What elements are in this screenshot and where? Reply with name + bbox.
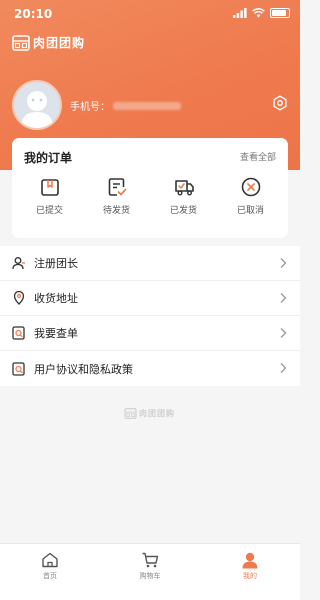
menu-item-label: 收货地址 — [34, 292, 78, 305]
order-status-submitted[interactable]: 已提交 — [19, 176, 81, 216]
order-status-label: 待发货 — [102, 206, 130, 216]
view-all-orders-link[interactable]: 查看全部 — [240, 150, 276, 163]
bottom-tab-bar: 首页 购物车 我的 — [0, 543, 300, 600]
menu-item-order-lookup[interactable]: 我要查单 — [0, 316, 300, 351]
order-status-list: 已提交 待发货 已发货 已取消 — [12, 176, 288, 216]
chevron-right-icon — [280, 328, 287, 338]
chevron-right-icon — [280, 363, 287, 373]
wifi-icon — [252, 8, 265, 18]
brand-name: 肉团团购 — [33, 36, 86, 50]
phone-number-masked — [113, 101, 181, 110]
phone-label: 手机号： — [70, 102, 110, 113]
tab-profile[interactable]: 我的 — [200, 544, 300, 600]
pending-shipment-icon — [108, 178, 126, 196]
menu-item-label: 注册团长 — [34, 257, 78, 270]
tab-label: 购物车 — [139, 572, 161, 580]
shipped-icon — [174, 180, 194, 196]
order-status-label: 已发货 — [169, 206, 197, 216]
menu-item-label: 我要查单 — [34, 327, 78, 340]
tab-home[interactable]: 首页 — [0, 544, 100, 600]
settings-icon[interactable] — [272, 95, 288, 111]
profile-icon — [242, 552, 258, 569]
footer-brand-logo: 肉团团购 — [124, 408, 175, 419]
orders-card: 我的订单 查看全部 已提交 待发货 已发货 已取消 — [12, 138, 288, 238]
cart-icon — [142, 552, 159, 568]
avatar[interactable] — [12, 80, 62, 130]
status-time: 20:10 — [14, 7, 53, 21]
menu-item-shipping-address[interactable]: 收货地址 — [0, 281, 300, 316]
phone-number-row: 手机号： — [70, 98, 181, 113]
order-status-label: 已取消 — [236, 206, 264, 216]
status-bar: 20:10 — [0, 0, 300, 28]
battery-icon — [270, 8, 290, 18]
logo-mark-icon — [12, 34, 30, 51]
submitted-icon — [40, 179, 59, 196]
order-status-shipped[interactable]: 已发货 — [153, 176, 215, 216]
home-icon — [42, 552, 58, 568]
signal-icon — [233, 8, 247, 18]
logo-mark-icon — [124, 408, 137, 419]
default-avatar-icon — [21, 91, 53, 128]
cancelled-icon — [241, 177, 260, 197]
agreement-icon — [12, 361, 25, 376]
tab-cart[interactable]: 购物车 — [100, 544, 200, 600]
user-icon — [12, 257, 25, 270]
chevron-right-icon — [280, 293, 287, 303]
order-status-pending[interactable]: 待发货 — [86, 176, 148, 216]
status-indicators — [233, 8, 290, 18]
menu-item-register-leader[interactable]: 注册团长 — [0, 246, 300, 281]
chevron-right-icon — [280, 258, 287, 268]
menu-item-label: 用户协议和隐私政策 — [34, 362, 133, 376]
order-status-label: 已提交 — [35, 206, 63, 216]
tab-label: 首页 — [43, 572, 57, 580]
tab-label: 我的 — [243, 572, 257, 580]
location-icon — [13, 291, 25, 305]
menu-item-user-agreement[interactable]: 用户协议和隐私政策 — [0, 351, 300, 386]
search-order-icon — [12, 326, 25, 340]
menu-list: 注册团长 收货地址 我要查单 用户协议和隐私政策 — [0, 246, 300, 386]
orders-title: 我的订单 — [24, 151, 73, 165]
order-status-cancelled[interactable]: 已取消 — [220, 176, 282, 216]
brand-logo: 肉团团购 — [12, 34, 85, 51]
footer-brand-name: 肉团团购 — [139, 409, 175, 418]
